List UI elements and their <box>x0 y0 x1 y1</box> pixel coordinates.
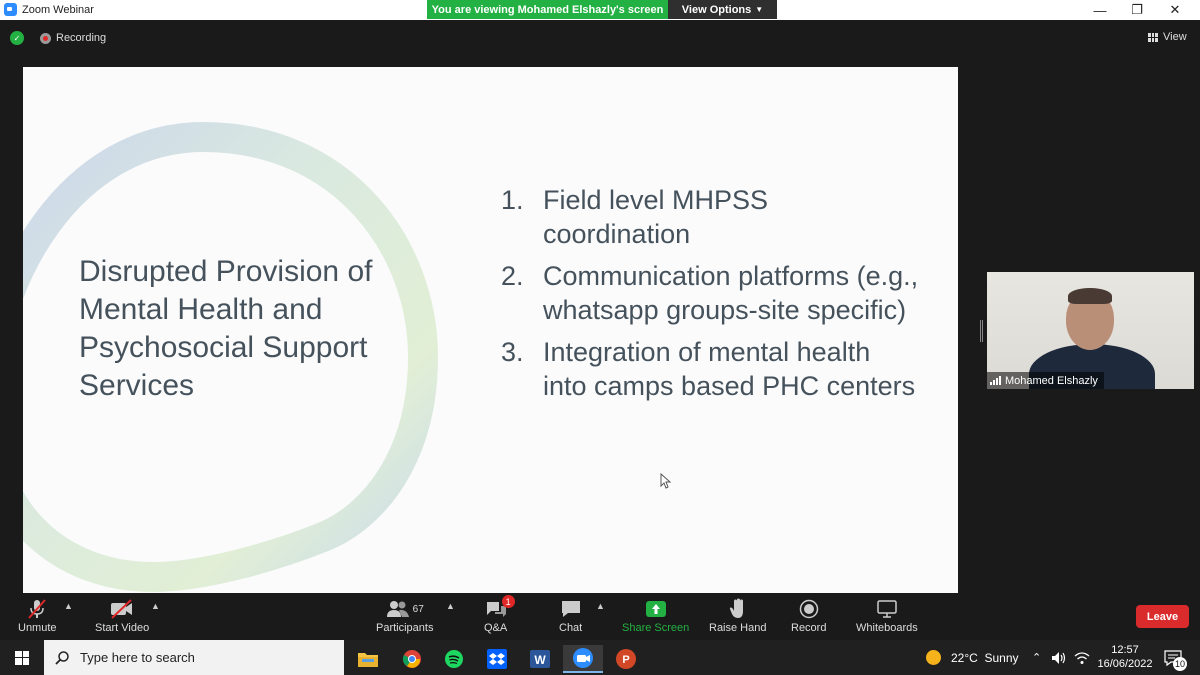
share-screen-button[interactable]: Share Screen <box>622 598 689 634</box>
participants-count: 67 <box>412 603 424 615</box>
svg-text:P: P <box>622 654 629 666</box>
encryption-shield-icon[interactable]: ✓ <box>10 31 24 45</box>
word-icon[interactable]: W <box>520 645 560 673</box>
whiteboards-button[interactable]: Whiteboards <box>856 598 918 634</box>
sun-icon <box>926 650 941 665</box>
microphone-muted-icon <box>26 598 48 620</box>
chat-label: Chat <box>559 622 583 634</box>
view-button[interactable]: View <box>1148 31 1187 43</box>
record-button[interactable]: Record <box>791 598 826 634</box>
clock-time: 12:57 <box>1111 644 1139 656</box>
participant-name-tag: Mohamed Elshazly <box>987 372 1104 389</box>
slide-title: Disrupted Provision of Mental Health and… <box>79 255 373 402</box>
recording-label: Recording <box>56 32 107 44</box>
list-item-text: Field level MHPSS coordination <box>543 185 769 249</box>
qa-icon: 1 <box>485 595 515 620</box>
raise-hand-button[interactable]: Raise Hand <box>709 598 766 634</box>
wifi-icon[interactable] <box>1074 640 1090 675</box>
meeting-toolbar: Unmute ▲ Start Video ▲ 67 Participants ▲… <box>0 593 1200 640</box>
chevron-down-icon: ▼ <box>755 5 764 14</box>
whiteboard-icon <box>876 598 898 620</box>
start-video-label: Start Video <box>95 622 150 634</box>
unmute-button[interactable]: Unmute <box>18 598 57 634</box>
share-screen-icon <box>645 598 667 620</box>
recording-indicator[interactable]: Recording <box>40 32 106 44</box>
unmute-label: Unmute <box>18 622 57 634</box>
notifications-count: 10 <box>1173 657 1187 671</box>
zoom-logo-icon <box>4 3 17 16</box>
taskbar-clock[interactable]: 12:57 16/06/2022 <box>1095 643 1155 671</box>
participants-icon: 67 <box>386 598 424 620</box>
list-item-number: 1. <box>501 185 524 215</box>
start-button[interactable] <box>0 640 44 675</box>
file-explorer-icon[interactable] <box>348 645 388 673</box>
svg-text:W: W <box>534 653 546 667</box>
video-options-caret-icon[interactable]: ▲ <box>151 601 160 611</box>
search-placeholder: Type here to search <box>80 650 195 665</box>
participant-name: Mohamed Elshazly <box>1005 374 1098 387</box>
list-item: 1. Field level MHPSS coordination <box>501 183 921 251</box>
windows-logo-icon <box>15 650 29 665</box>
participants-label: Participants <box>376 622 434 634</box>
search-icon <box>55 650 69 665</box>
qa-button[interactable]: 1 Q&A <box>484 595 515 634</box>
weather-widget[interactable]: 22°C Sunny <box>926 640 1019 675</box>
chrome-icon[interactable] <box>392 645 432 673</box>
chat-options-caret-icon[interactable]: ▲ <box>596 601 605 611</box>
list-item: 3. Integration of mental health into cam… <box>501 335 921 403</box>
zoom-taskbar-icon[interactable] <box>563 645 603 673</box>
view-options-button[interactable]: View Options ▼ <box>668 0 777 19</box>
volume-icon[interactable] <box>1051 640 1067 675</box>
app-title: Zoom Webinar <box>4 3 94 16</box>
spotify-icon[interactable] <box>434 645 474 673</box>
audio-options-caret-icon[interactable]: ▲ <box>64 601 73 611</box>
dropbox-icon[interactable] <box>477 645 517 673</box>
start-video-button[interactable]: Start Video <box>95 598 149 634</box>
taskbar-search-box[interactable]: Type here to search <box>44 640 344 675</box>
windows-taskbar: Type here to search W P 22°C Sunny ⌃ 12:… <box>0 640 1200 675</box>
list-item: 2. Communication platforms (e.g., whatsa… <box>501 259 921 327</box>
view-label: View <box>1163 31 1187 43</box>
slide-bullet-list: 1. Field level MHPSS coordination 2. Com… <box>501 183 921 411</box>
raise-hand-icon <box>728 598 748 620</box>
close-button[interactable]: ✕ <box>1152 0 1198 20</box>
qa-badge: 1 <box>501 595 515 608</box>
mouse-cursor-icon <box>660 473 672 489</box>
notifications-button[interactable]: 10 <box>1163 640 1187 675</box>
person-hair <box>1068 288 1112 304</box>
participant-video-tile[interactable]: Mohamed Elshazly <box>987 272 1194 389</box>
raise-hand-label: Raise Hand <box>709 622 767 634</box>
window-title: Zoom Webinar <box>22 3 94 16</box>
participants-button[interactable]: 67 Participants <box>376 598 433 634</box>
list-item-text: Integration of mental health into camps … <box>543 337 916 401</box>
leave-button[interactable]: Leave <box>1136 605 1189 628</box>
panel-resize-handle[interactable] <box>980 320 983 342</box>
view-options-label: View Options <box>681 3 752 16</box>
list-item-text: Communication platforms (e.g., whatsapp … <box>543 261 919 325</box>
qa-label: Q&A <box>484 622 508 634</box>
powerpoint-icon[interactable]: P <box>606 645 646 673</box>
viewing-screen-banner: You are viewing Mohamed Elshazly's scree… <box>427 0 668 19</box>
participants-options-caret-icon[interactable]: ▲ <box>446 601 455 611</box>
chat-button[interactable]: Chat <box>559 598 582 634</box>
whiteboards-label: Whiteboards <box>856 622 918 634</box>
weather-text: 22°C Sunny <box>951 650 1019 665</box>
video-off-icon <box>109 598 135 620</box>
grid-icon <box>1148 32 1158 42</box>
chat-icon <box>560 598 582 620</box>
record-icon <box>40 32 51 44</box>
chevron-up-icon[interactable]: ⌃ <box>1032 640 1041 675</box>
signal-strength-icon <box>990 376 1001 385</box>
window-titlebar: Zoom Webinar You are viewing Mohamed Els… <box>0 0 1200 20</box>
list-item-number: 3. <box>501 337 524 367</box>
record-icon <box>799 598 819 620</box>
share-screen-label: Share Screen <box>622 622 690 634</box>
list-item-number: 2. <box>501 261 524 291</box>
shared-screen-slide: Disrupted Provision of Mental Health and… <box>23 67 958 593</box>
clock-date: 16/06/2022 <box>1097 658 1153 670</box>
record-label: Record <box>791 622 827 634</box>
